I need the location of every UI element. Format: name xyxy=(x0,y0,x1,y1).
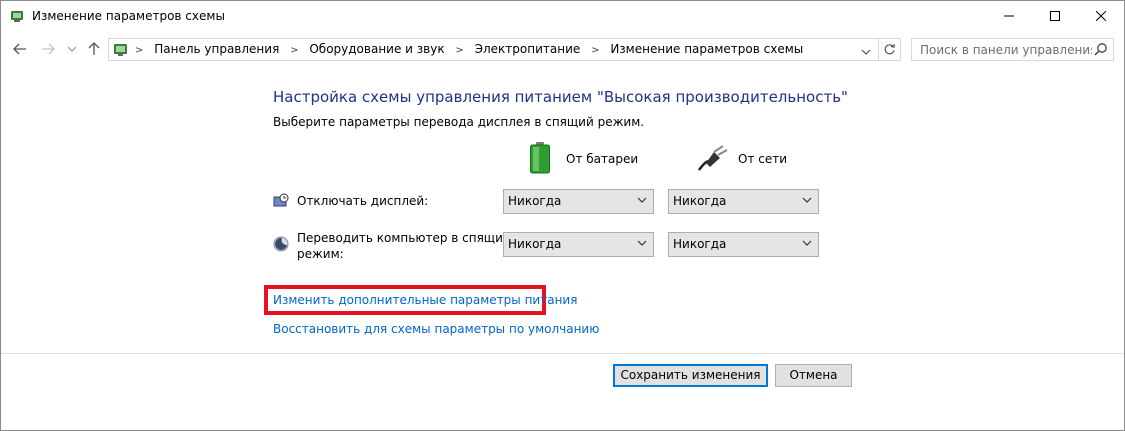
forward-button[interactable] xyxy=(39,40,57,58)
sleep-ac-select[interactable]: Никогда xyxy=(668,232,819,257)
navigation-bar: > Панель управления > Оборудование и зву… xyxy=(1,34,1124,64)
close-icon xyxy=(1096,11,1106,21)
cancel-button[interactable]: Отмена xyxy=(775,364,852,387)
window-title: Изменение параметров схемы xyxy=(32,9,225,23)
chevron-down-icon xyxy=(802,240,812,246)
display-off-battery-select[interactable]: Никогда xyxy=(503,189,654,214)
display-off-ac-select[interactable]: Никогда xyxy=(668,189,819,214)
column-header-battery: От батареи xyxy=(529,141,649,177)
sleep-moon-icon xyxy=(273,236,289,252)
select-value: Никогда xyxy=(508,237,562,251)
display-off-label: Отключать дисплей: xyxy=(297,194,429,208)
breadcrumb-separator-icon[interactable]: > xyxy=(591,45,599,56)
minimize-icon xyxy=(1004,15,1014,17)
breadcrumb-separator-icon[interactable]: > xyxy=(455,45,463,56)
advanced-power-settings-link[interactable]: Изменить дополнительные параметры питани… xyxy=(273,293,577,307)
select-value: Никогда xyxy=(508,194,562,208)
breadcrumb: > Панель управления > Оборудование и зву… xyxy=(135,42,803,56)
refresh-icon xyxy=(884,43,895,55)
sleep-battery-select[interactable]: Никогда xyxy=(503,232,654,257)
search-icon[interactable] xyxy=(1094,42,1108,59)
control-panel-window: Изменение параметров схемы > Панель упра… xyxy=(0,0,1125,431)
breadcrumb-item-edit-plan[interactable]: Изменение параметров схемы xyxy=(610,42,803,56)
select-value: Никогда xyxy=(673,194,727,208)
arrow-right-icon xyxy=(42,43,55,55)
restore-defaults-link[interactable]: Восстановить для схемы параметры по умол… xyxy=(273,322,599,336)
minimize-button[interactable] xyxy=(986,1,1032,31)
chevron-down-icon xyxy=(68,46,76,52)
breadcrumb-item-hardware-sound[interactable]: Оборудование и звук xyxy=(309,42,444,56)
battery-column-label: От батареи xyxy=(566,152,639,166)
chevron-down-icon xyxy=(637,240,647,246)
chevron-down-icon xyxy=(637,197,647,203)
title-bar: Изменение параметров схемы xyxy=(1,1,1124,32)
breadcrumb-separator-icon: > xyxy=(135,45,144,56)
search-input[interactable] xyxy=(912,39,1092,60)
power-options-icon xyxy=(9,8,25,24)
chevron-down-icon xyxy=(861,49,871,55)
power-plug-icon xyxy=(697,145,728,171)
back-button[interactable] xyxy=(11,40,29,58)
close-button[interactable] xyxy=(1078,1,1124,31)
address-bar[interactable]: > Панель управления > Оборудование и зву… xyxy=(108,38,879,61)
column-header-ac: От сети xyxy=(696,141,816,177)
address-history-button[interactable] xyxy=(861,45,871,59)
breadcrumb-item-control-panel[interactable]: Панель управления xyxy=(154,42,279,56)
breadcrumb-item-power-options[interactable]: Электропитание xyxy=(475,42,581,56)
arrow-up-icon xyxy=(88,42,100,55)
select-value: Никогда xyxy=(673,237,727,251)
control-panel-icon xyxy=(112,41,129,58)
page-title: Настройка схемы управления питанием "Выс… xyxy=(273,88,848,106)
save-changes-button[interactable]: Сохранить изменения xyxy=(613,364,768,387)
maximize-icon xyxy=(1050,11,1060,21)
sleep-label-line2: режим: xyxy=(297,247,344,261)
maximize-button[interactable] xyxy=(1032,1,1078,31)
breadcrumb-separator-icon[interactable]: > xyxy=(290,45,298,56)
recent-locations-button[interactable] xyxy=(63,40,81,58)
display-timer-icon xyxy=(273,193,289,209)
search-box[interactable] xyxy=(911,38,1114,61)
ac-column-label: От сети xyxy=(738,152,788,166)
sleep-label: Переводить компьютер в спящий режим: xyxy=(297,230,511,262)
page-subtitle: Выберите параметры перевода дисплея в сп… xyxy=(273,115,645,129)
chevron-down-icon xyxy=(802,197,812,203)
up-button[interactable] xyxy=(85,40,103,58)
refresh-button[interactable] xyxy=(878,38,901,61)
battery-icon xyxy=(530,142,550,174)
sleep-label-line1: Переводить компьютер в спящий xyxy=(297,231,511,245)
arrow-left-icon xyxy=(13,43,26,55)
footer-divider xyxy=(1,353,1124,354)
